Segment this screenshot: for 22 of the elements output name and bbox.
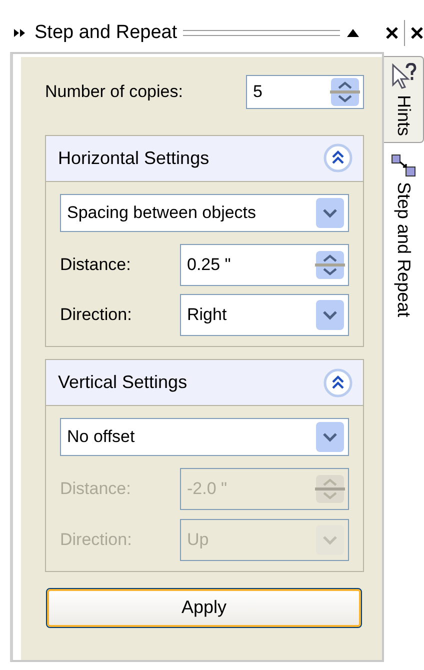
side-tab[interactable]: Hints [384, 56, 424, 144]
distance-spinbox[interactable]: 0.25 " [180, 244, 349, 286]
docker-title: Step and Repeat [34, 20, 178, 45]
collapse-chevron-icon[interactable] [323, 143, 353, 173]
group-header[interactable]: Horizontal Settings [46, 136, 363, 182]
step-repeat-icon [390, 154, 416, 178]
direction-dropdown[interactable]: Right [180, 294, 349, 336]
close-icon[interactable] [385, 26, 399, 40]
apply-button[interactable]: Apply [46, 588, 362, 628]
field-label: Direction: [60, 528, 133, 551]
field-label: Distance: [60, 478, 132, 500]
field-label: Direction: [60, 304, 133, 326]
spin-arrows-icon[interactable] [315, 250, 345, 280]
spin-arrows-icon[interactable] [330, 77, 360, 107]
close-icon[interactable] [410, 26, 424, 40]
expand-icon[interactable] [14, 28, 26, 38]
collapse-icon[interactable] [346, 28, 360, 38]
field-label: Distance: [60, 254, 132, 276]
copies-spinbox[interactable]: 5 [246, 75, 364, 109]
mode-dropdown[interactable]: Spacing between objects [60, 194, 349, 232]
help-cursor-icon [390, 63, 416, 91]
field-label: Number of copies: [45, 81, 184, 104]
